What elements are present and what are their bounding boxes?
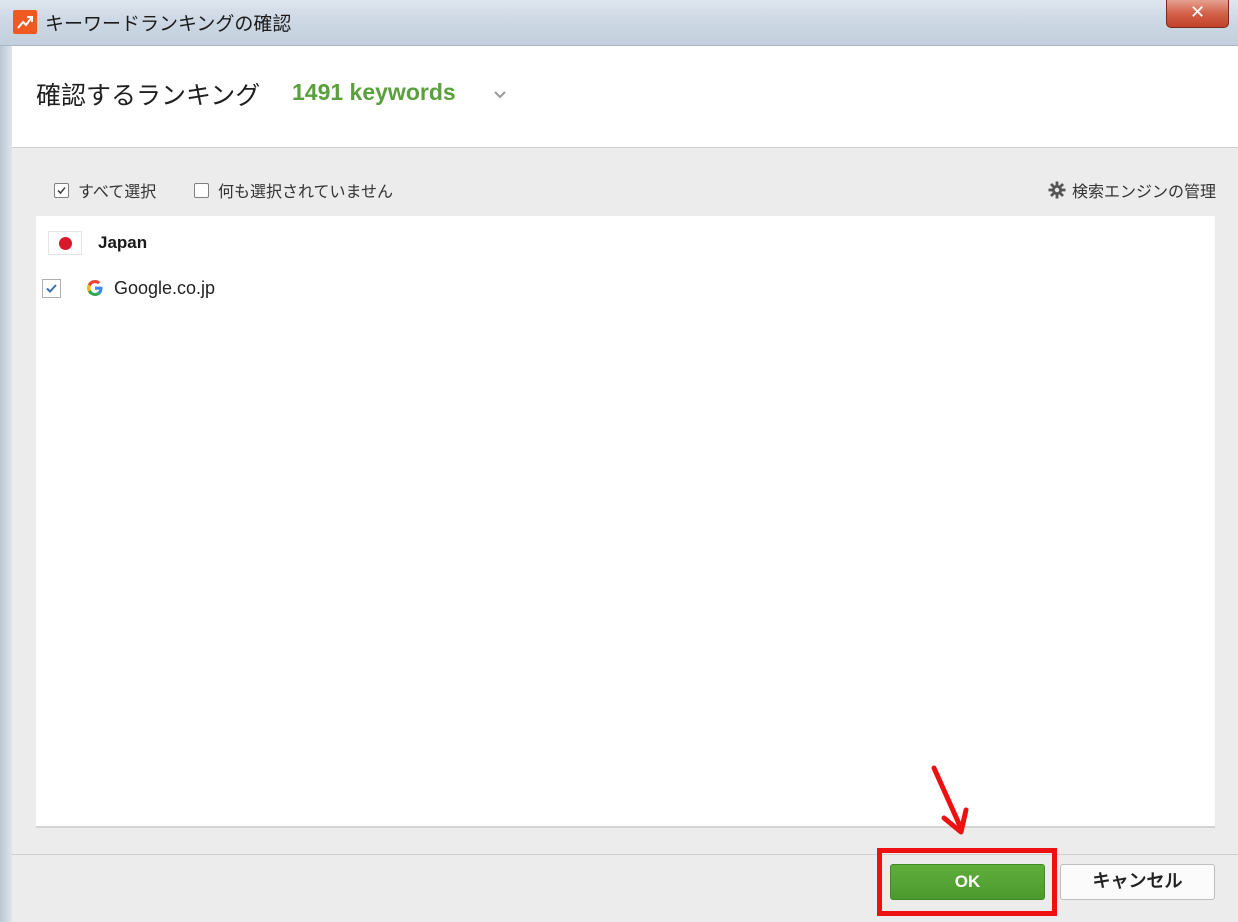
country-group-japan: Japan — [48, 228, 147, 258]
checkbox-checked-icon — [54, 182, 69, 198]
select-none-label: 何も選択されていません — [218, 182, 394, 201]
dialog-header: 確認するランキング 1491 keywords — [12, 46, 1238, 148]
chevron-down-icon[interactable] — [492, 86, 508, 99]
window-title: キーワードランキングの確認 — [45, 13, 292, 35]
manage-search-engines-button[interactable]: 検索エンジンの管理 — [1048, 179, 1216, 201]
keyword-count-dropdown[interactable]: 1491 keywords — [292, 79, 456, 106]
list-item[interactable]: Google.co.jp — [42, 274, 215, 302]
country-name: Japan — [98, 233, 148, 252]
manage-search-engines-label: 検索エンジンの管理 — [1071, 182, 1216, 201]
select-all-label: すべて選択 — [78, 182, 157, 201]
title-bar: キーワードランキングの確認 ✕ — [0, 0, 1238, 46]
gear-icon — [1048, 181, 1066, 199]
checkbox-empty-icon — [194, 182, 209, 198]
dialog-window: キーワードランキングの確認 ✕ 確認するランキング 1491 keywords … — [0, 0, 1238, 922]
cancel-button[interactable]: キャンセル — [1060, 864, 1215, 900]
app-trend-icon — [13, 10, 37, 34]
window-left-edge — [0, 46, 12, 922]
engine-name: Google.co.jp — [114, 277, 216, 298]
dialog-footer: OK キャンセル — [12, 854, 1238, 922]
close-button[interactable]: ✕ — [1166, 0, 1229, 28]
selection-toolbar: すべて選択 何も選択されていません 検索エンジンの管理 — [12, 166, 1238, 206]
search-engine-list: Japan Google.co.jp — [36, 216, 1215, 828]
engine-checkbox[interactable] — [42, 278, 61, 298]
dialog-client-area: 確認するランキング 1491 keywords すべて選択 何も選択されていませ… — [12, 46, 1238, 922]
japan-flag-icon — [48, 231, 82, 255]
select-all-checkbox[interactable]: すべて選択 — [54, 179, 156, 201]
page-title: 確認するランキング — [36, 81, 261, 110]
ok-button[interactable]: OK — [890, 864, 1045, 900]
select-none-checkbox[interactable]: 何も選択されていません — [194, 179, 393, 201]
google-g-icon — [87, 280, 103, 296]
